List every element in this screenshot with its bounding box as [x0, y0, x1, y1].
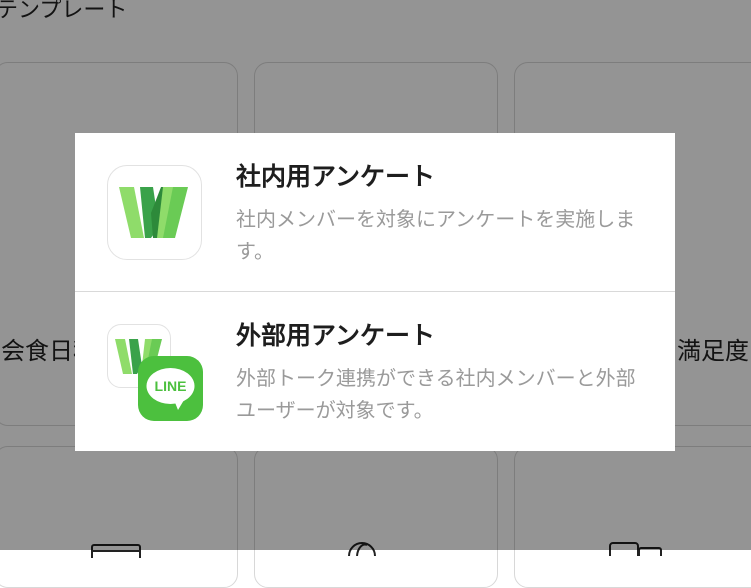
option-description: 社内メンバーを対象にアンケートを実施します。: [236, 207, 636, 263]
option-title: 社内用アンケート: [236, 162, 436, 191]
external-survey-option[interactable]: LINE 外部用アンケート 外部トーク連携ができる社内メンバーと外部ユーザーが対…: [75, 292, 675, 450]
works-icon: [107, 165, 202, 260]
survey-type-dialog: 社内用アンケート 社内メンバーを対象にアンケートを実施します。 LINE 外部用…: [75, 133, 675, 451]
internal-survey-option[interactable]: 社内用アンケート 社内メンバーを対象にアンケートを実施します。: [75, 133, 675, 291]
line-icon: LINE: [138, 356, 203, 421]
line-badge-text: LINE: [155, 378, 187, 394]
option-title: 外部用アンケート: [236, 321, 436, 350]
option-description: 外部トーク連携ができる社内メンバーと外部ユーザーが対象です。: [236, 366, 636, 422]
